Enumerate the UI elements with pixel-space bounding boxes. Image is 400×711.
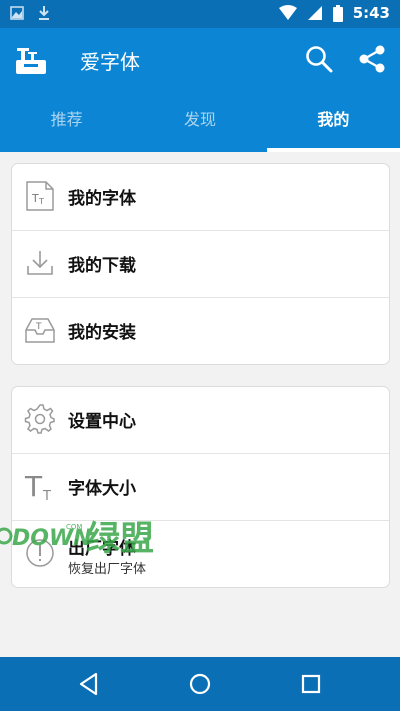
- font-size-item[interactable]: T T 字体大小: [12, 454, 389, 521]
- svg-text:T: T: [38, 197, 44, 206]
- my-installs-item[interactable]: T 我的安装: [12, 298, 389, 364]
- my-downloads-item[interactable]: 我的下载: [12, 231, 389, 298]
- factory-fonts-sublabel: 恢复出厂字体: [68, 562, 147, 577]
- my-downloads-label: 我的下载: [68, 256, 136, 276]
- app-title: 爱字体: [80, 50, 140, 74]
- tab-discover[interactable]: 发现: [133, 90, 266, 152]
- app-logo-icon: [16, 48, 46, 74]
- share-icon[interactable]: [356, 43, 388, 75]
- svg-text:绿盟: 绿盟: [86, 519, 154, 559]
- back-icon[interactable]: [76, 671, 102, 697]
- svg-text:T: T: [42, 489, 51, 502]
- wifi-icon: [278, 5, 297, 20]
- downcc-watermark-logo: DOWN COM 绿盟: [0, 519, 154, 559]
- svg-text:COM: COM: [66, 523, 82, 531]
- gear-icon: [24, 404, 55, 434]
- my-fonts-card: T T 我的字体 我的下载 T 我的安装: [11, 163, 390, 365]
- recents-icon[interactable]: [298, 671, 324, 697]
- settings-center-label: 设置中心: [68, 412, 136, 432]
- status-bar: 5:43: [0, 0, 400, 28]
- my-fonts-label: 我的字体: [68, 189, 136, 209]
- svg-text:T: T: [31, 192, 39, 205]
- home-icon[interactable]: [187, 671, 213, 697]
- my-fonts-item[interactable]: T T 我的字体: [12, 164, 389, 231]
- tab-mine[interactable]: 我的: [266, 90, 400, 152]
- signal-icon: [307, 6, 322, 20]
- install-tray-icon: T: [25, 318, 55, 343]
- download-icon: [27, 251, 53, 275]
- tab-recommend[interactable]: 推荐: [0, 90, 133, 152]
- image-notification-icon: [10, 6, 24, 20]
- system-nav-bar: [0, 657, 400, 711]
- my-installs-label: 我的安装: [68, 323, 136, 343]
- svg-text:T: T: [24, 470, 43, 502]
- download-notification-icon: [39, 6, 49, 20]
- font-size-label: 字体大小: [68, 479, 136, 499]
- svg-text:T: T: [35, 322, 42, 332]
- battery-icon: [332, 4, 343, 22]
- search-icon[interactable]: [303, 43, 335, 75]
- tab-bar: 推荐 发现 我的: [0, 90, 400, 152]
- app-bar: 爱字体: [0, 28, 400, 90]
- settings-center-item[interactable]: 设置中心: [12, 387, 389, 454]
- font-size-icon: T T: [24, 470, 51, 502]
- font-file-icon: T T: [26, 181, 54, 211]
- status-time: 5:43: [352, 4, 390, 22]
